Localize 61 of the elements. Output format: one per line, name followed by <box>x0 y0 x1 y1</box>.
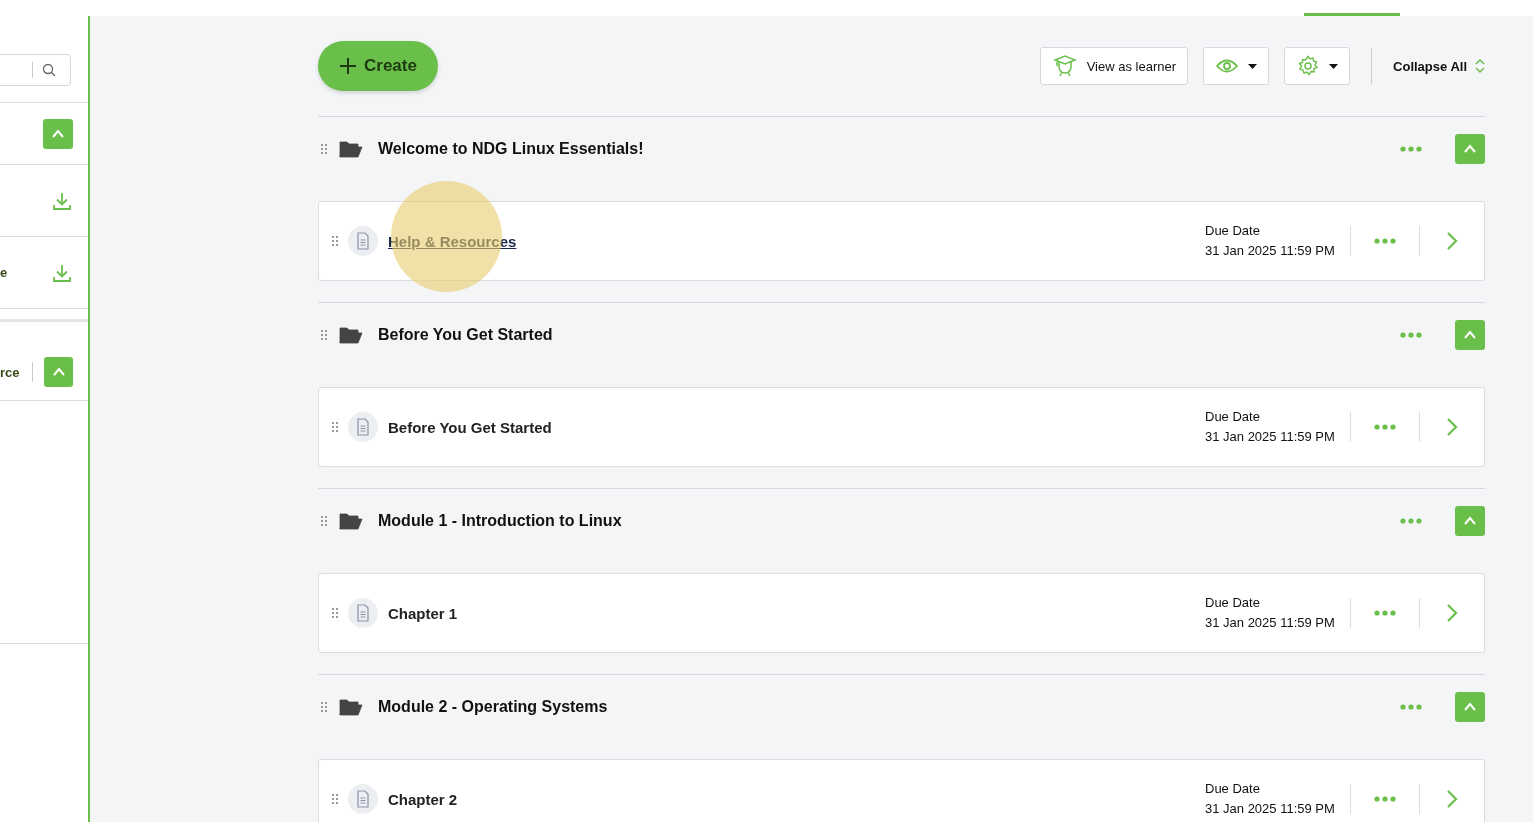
settings-dropdown[interactable] <box>1284 47 1351 85</box>
collapse-button[interactable] <box>1455 134 1485 164</box>
drag-handle-icon[interactable] <box>321 702 327 712</box>
due-date-label: Due Date <box>1205 222 1261 240</box>
collapse-button[interactable] <box>1455 320 1485 350</box>
collapse-button[interactable] <box>44 357 73 387</box>
activity-title: Before You Get Started <box>388 418 552 436</box>
eye-icon <box>1216 58 1239 74</box>
collapse-button[interactable] <box>43 118 73 149</box>
more-icon[interactable] <box>1400 704 1422 710</box>
drag-handle-icon[interactable] <box>332 608 338 618</box>
caret-icon <box>1248 63 1258 69</box>
section-title: Before You Get Started <box>378 326 553 344</box>
view-as-learner-button[interactable]: View as learner <box>1039 47 1189 85</box>
caret-icon <box>1329 63 1339 69</box>
due-date-label: Due Date <box>1205 594 1261 612</box>
more-icon[interactable] <box>1374 796 1396 802</box>
section-title: Module 2 - Operating Systems <box>378 698 608 716</box>
settings-icon <box>1297 55 1320 77</box>
plus-icon <box>338 56 358 76</box>
due-date-label: Due Date <box>1205 408 1261 426</box>
more-icon[interactable] <box>1400 146 1422 152</box>
create-button[interactable]: Create <box>318 41 438 91</box>
due-date-value: 31 Jan 2025 11:59 PM <box>1205 428 1336 446</box>
search-icon[interactable] <box>42 63 56 77</box>
due-date-value: 31 Jan 2025 11:59 PM <box>1205 242 1336 260</box>
visibility-dropdown[interactable] <box>1203 47 1270 85</box>
section-title: Module 1 - Introduction to Linux <box>378 512 622 530</box>
sidebar-item-text: e <box>0 265 8 280</box>
document-icon <box>348 226 378 256</box>
sidebar-item-text: rce <box>0 364 20 380</box>
graduation-cap-person-icon <box>1052 54 1077 78</box>
more-icon[interactable] <box>1400 332 1422 338</box>
activity-title: Chapter 1 <box>388 604 458 622</box>
drag-handle-icon[interactable] <box>321 516 327 526</box>
drag-handle-icon[interactable] <box>321 144 327 154</box>
document-icon <box>348 784 378 814</box>
due-date-value: 31 Jan 2025 11:59 PM <box>1205 800 1336 818</box>
due-date-label: Due Date <box>1205 780 1261 798</box>
collapse-button[interactable] <box>1455 506 1485 536</box>
drag-handle-icon[interactable] <box>332 422 338 432</box>
drag-handle-icon[interactable] <box>321 330 327 340</box>
folder-icon <box>339 326 363 344</box>
collapse-button[interactable] <box>1455 692 1485 722</box>
more-icon[interactable] <box>1374 610 1396 616</box>
more-icon[interactable] <box>1374 238 1396 244</box>
drag-handle-icon[interactable] <box>332 794 338 804</box>
activity-title: Chapter 2 <box>388 790 458 808</box>
more-icon[interactable] <box>1374 424 1396 430</box>
drag-handle-icon[interactable] <box>332 236 338 246</box>
document-icon <box>348 598 378 628</box>
up-down-chevron-icon <box>1475 58 1485 74</box>
search-field[interactable] <box>0 54 71 86</box>
document-icon <box>348 412 378 442</box>
section-title: Welcome to NDG Linux Essentials! <box>378 140 644 158</box>
folder-icon <box>339 512 363 530</box>
more-icon[interactable] <box>1400 518 1422 524</box>
folder-icon <box>339 698 363 716</box>
collapse-all-button[interactable]: Collapse All <box>1393 58 1485 74</box>
due-date-value: 31 Jan 2025 11:59 PM <box>1205 614 1336 632</box>
folder-icon <box>339 140 363 158</box>
